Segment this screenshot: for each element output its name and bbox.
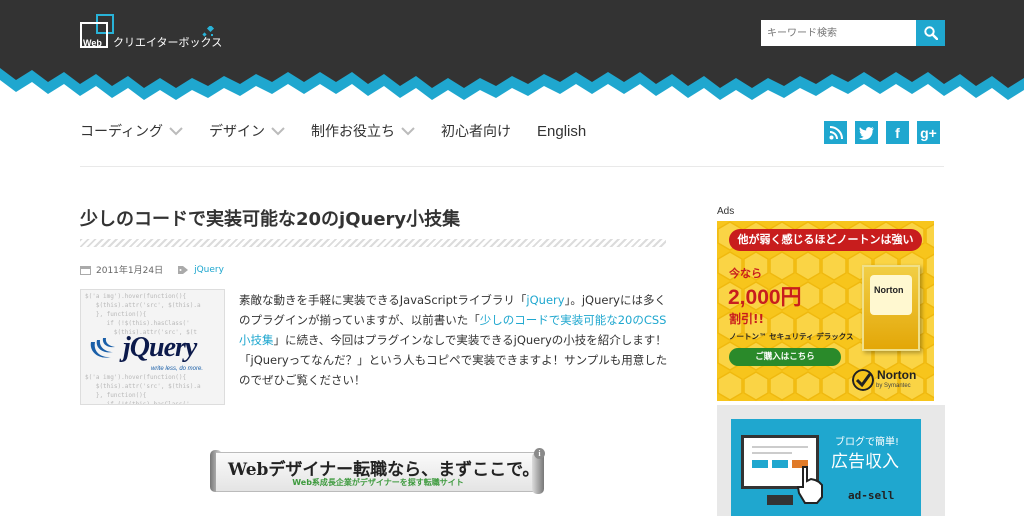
article-date: 2011年1月24日 <box>96 266 164 276</box>
rss-icon <box>829 125 843 139</box>
norton-product-name: ノートン™ セキュリティ デラックス <box>729 332 854 341</box>
title-stripe-divider <box>80 239 666 247</box>
nav-item-label: コーディング <box>80 124 164 140</box>
excerpt-text-3: 」に続き、今回はプラグインなしで実装できるjQueryの小技を紹介します！「jQ… <box>239 333 668 387</box>
calendar-icon <box>80 265 91 275</box>
nav-item-label: 制作お役立ち <box>311 124 396 140</box>
norton-headline: 他が弱く感じるほどノートンは強い <box>729 229 922 251</box>
monitor-stand <box>767 495 793 505</box>
facebook-icon: f <box>895 124 900 141</box>
nav-item-label: English <box>537 122 587 140</box>
ad-sell-headline: 広告収入 <box>831 452 899 472</box>
main-nav: コーディング デザイン 制作お役立ち 初心者向け English <box>80 119 612 143</box>
google-plus-button[interactable]: g+ <box>917 121 940 144</box>
norton-checkmark-icon <box>852 369 874 391</box>
excerpt-text-1: 素敵な動きを手軽に実装できるJavaScriptライブラリ「 <box>239 293 527 307</box>
nav-item-label: デザイン <box>209 124 266 140</box>
article-title[interactable]: 少しのコードで実装可能な20のjQuery小技集 <box>80 205 460 231</box>
ad-sell-tagline: ブログで簡単! <box>835 437 900 448</box>
nav-item-english[interactable]: English <box>537 123 586 140</box>
nav-item-useful[interactable]: 制作お役立ち <box>311 121 415 141</box>
norton-box-panel <box>870 275 912 315</box>
article-category-link[interactable]: jQuery <box>194 265 224 275</box>
ad-sell-brand: ad-sell <box>848 489 895 502</box>
search-icon <box>923 26 938 40</box>
search-input[interactable] <box>761 20 916 46</box>
site-logo[interactable]: Web クリエイターボックス <box>80 14 222 54</box>
article-excerpt: 素敵な動きを手軽に実装できるJavaScriptライブラリ「jQuery」。jQ… <box>239 290 671 390</box>
site-header: Web クリエイターボックス <box>0 0 1024 104</box>
tag-icon <box>178 265 189 274</box>
chevron-down-icon <box>271 127 285 136</box>
norton-ad[interactable]: 他が弱く感じるほどノートンは強い 今なら 2,000円 割引!! ノートン™ セ… <box>717 221 934 401</box>
norton-product-box: Norton <box>862 265 920 351</box>
sparkle-icon <box>202 26 215 37</box>
article-meta: 2011年1月24日 jQuery <box>80 263 224 276</box>
norton-now-text: 今なら <box>729 267 762 280</box>
chevron-down-icon <box>169 127 183 136</box>
jquery-link[interactable]: jQuery <box>526 293 564 307</box>
chevron-down-icon <box>401 127 415 136</box>
ad-info-icon[interactable]: i <box>534 448 545 459</box>
ads-label: Ads <box>717 206 735 217</box>
nav-item-label: 初心者向け <box>441 124 512 140</box>
header-zigzag-border <box>0 68 1024 104</box>
nav-divider <box>80 166 944 167</box>
facebook-button[interactable]: f <box>886 121 909 144</box>
norton-brand-text: Norton <box>877 368 917 382</box>
job-ad-banner[interactable]: Webデザイナー転職なら、まずここで。 Web系成長企業がデザイナーを探す転職サ… <box>210 448 545 494</box>
ad-sell-banner[interactable]: ブログで簡単! 広告収入 ad-sell <box>717 405 945 516</box>
jquery-tagline: write less, do more. <box>151 366 204 372</box>
norton-discount: 割引!! <box>729 312 764 326</box>
nav-item-beginners[interactable]: 初心者向け <box>441 121 511 141</box>
logo-web-text: Web <box>83 38 102 48</box>
twitter-button[interactable] <box>855 121 878 144</box>
twitter-icon <box>858 126 874 140</box>
nav-item-coding[interactable]: コーディング <box>80 121 183 141</box>
banner-subtext: Web系成長企業がデザイナーを探す転職サイト <box>292 478 464 487</box>
norton-symantec-text: by Symantec <box>876 383 911 389</box>
article-thumbnail[interactable]: $('a img').hover(function(){ $(this).att… <box>80 289 225 405</box>
search-button[interactable] <box>916 20 945 46</box>
jquery-logo-text: jQuery <box>123 332 197 363</box>
norton-box-label: Norton <box>874 285 904 295</box>
jquery-swirl-icon <box>90 338 115 358</box>
google-plus-icon: g+ <box>920 124 937 141</box>
search-form <box>761 20 945 46</box>
jquery-logo: jQuery write less, do more. <box>87 330 221 372</box>
social-links: f g+ <box>824 121 948 144</box>
pointer-hand-icon <box>796 466 823 504</box>
norton-buy-button[interactable]: ご購入はこちら <box>729 348 841 366</box>
rss-button[interactable] <box>824 121 847 144</box>
nav-item-design[interactable]: デザイン <box>209 121 285 141</box>
norton-price: 2,000円 <box>728 286 802 309</box>
